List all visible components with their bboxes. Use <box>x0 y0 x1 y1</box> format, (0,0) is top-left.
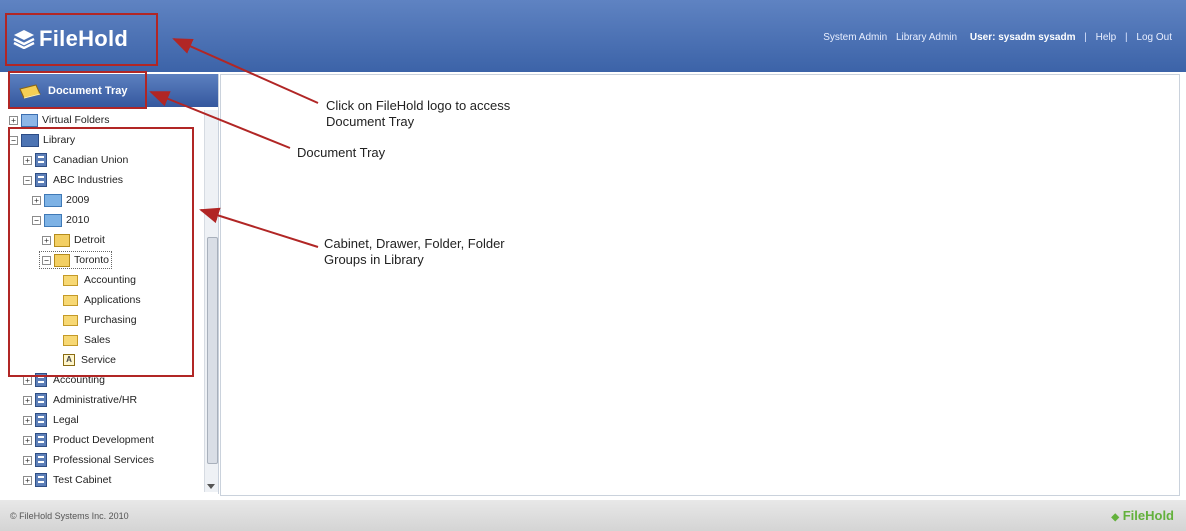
annotation-arrow-logo <box>172 38 319 104</box>
annotation-arrow-document-tray <box>149 91 291 149</box>
annotation-arrow-library <box>199 207 319 248</box>
footer-logo: ◆ FileHold <box>1111 508 1174 523</box>
annotation-tray-note: Document Tray <box>297 145 386 160</box>
annotation-library-note-line1: Cabinet, Drawer, Folder, Folder <box>324 236 505 251</box>
app-footer: © FileHold Systems Inc. 2010 ◆ FileHold <box>0 500 1186 531</box>
annotation-logo-note: Click on FileHold logo to access Documen… <box>326 98 510 130</box>
copyright-text: © FileHold Systems Inc. 2010 <box>10 510 129 521</box>
annotation-library-note: Cabinet, Drawer, Folder, Folder Groups i… <box>324 236 505 268</box>
annotation-logo-note-line2: Document Tray <box>326 114 415 129</box>
footer-logo-icon: ◆ <box>1111 512 1120 523</box>
annotation-arrows <box>149 38 319 248</box>
footer-logo-text: FileHold <box>1122 508 1174 523</box>
annotation-library-note-line2: Groups in Library <box>324 252 424 267</box>
annotation-logo-note-line1: Click on FileHold logo to access <box>326 98 511 113</box>
